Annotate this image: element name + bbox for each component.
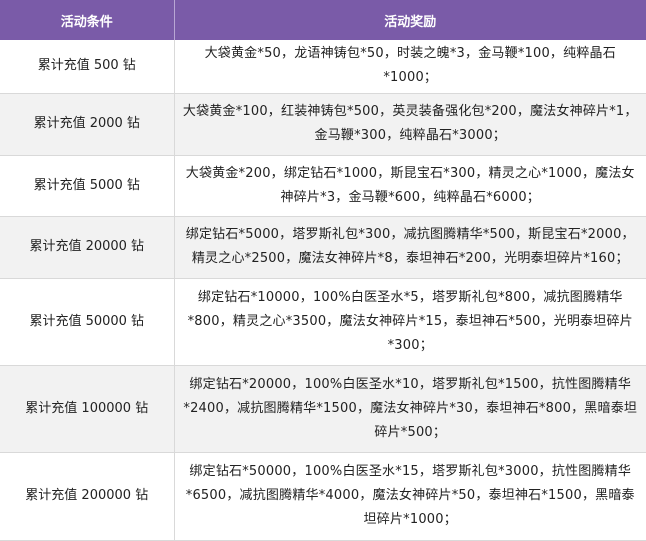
reward-cell: 大袋黄金*50，龙语神铸包*50，时装之魄*3，金马鞭*100，纯粹晶石*100…: [174, 40, 646, 94]
table-row: 累计充值 500 钻 大袋黄金*50，龙语神铸包*50，时装之魄*3，金马鞭*1…: [0, 40, 646, 94]
table-row: 累计充值 50000 钻 绑定钻石*10000，100%白医圣水*5，塔罗斯礼包…: [0, 278, 646, 366]
condition-cell: 累计充值 2000 钻: [0, 93, 175, 156]
reward-cell: 绑定钻石*10000，100%白医圣水*5，塔罗斯礼包*800，减抗图腾精华*8…: [174, 278, 646, 366]
reward-cell: 大袋黄金*200，绑定钻石*1000，斯昆宝石*300，精灵之心*1000，魔法…: [174, 155, 646, 217]
condition-cell: 累计充值 20000 钻: [0, 216, 175, 279]
header-reward: 活动奖励: [174, 0, 646, 40]
table-row: 累计充值 5000 钻 大袋黄金*200，绑定钻石*1000，斯昆宝石*300，…: [0, 155, 646, 217]
reward-cell: 绑定钻石*20000，100%白医圣水*10，塔罗斯礼包*1500，抗性图腾精华…: [174, 365, 646, 453]
header-row: 活动条件 活动奖励: [0, 0, 646, 40]
table-row: 累计充值 20000 钻 绑定钻石*5000，塔罗斯礼包*300，减抗图腾精华*…: [0, 216, 646, 279]
condition-cell: 累计充值 500 钻: [0, 40, 175, 94]
reward-cell: 绑定钻石*50000，100%白医圣水*15，塔罗斯礼包*3000，抗性图腾精华…: [174, 452, 646, 541]
condition-cell: 累计充值 5000 钻: [0, 155, 175, 217]
table-row: 累计充值 100000 钻 绑定钻石*20000，100%白医圣水*10，塔罗斯…: [0, 365, 646, 453]
header-condition: 活动条件: [0, 0, 175, 40]
condition-cell: 累计充值 100000 钻: [0, 365, 175, 453]
reward-table: 活动条件 活动奖励 累计充值 500 钻 大袋黄金*50，龙语神铸包*50，时装…: [0, 0, 646, 541]
condition-cell: 累计充值 200000 钻: [0, 452, 175, 541]
table-row: 累计充值 2000 钻 大袋黄金*100，红装神铸包*500，英灵装备强化包*2…: [0, 93, 646, 156]
reward-cell: 大袋黄金*100，红装神铸包*500，英灵装备强化包*200，魔法女神碎片*1，…: [174, 93, 646, 156]
reward-cell: 绑定钻石*5000，塔罗斯礼包*300，减抗图腾精华*500，斯昆宝石*2000…: [174, 216, 646, 279]
condition-cell: 累计充值 50000 钻: [0, 278, 175, 366]
table-row: 累计充值 200000 钻 绑定钻石*50000，100%白医圣水*15，塔罗斯…: [0, 452, 646, 541]
